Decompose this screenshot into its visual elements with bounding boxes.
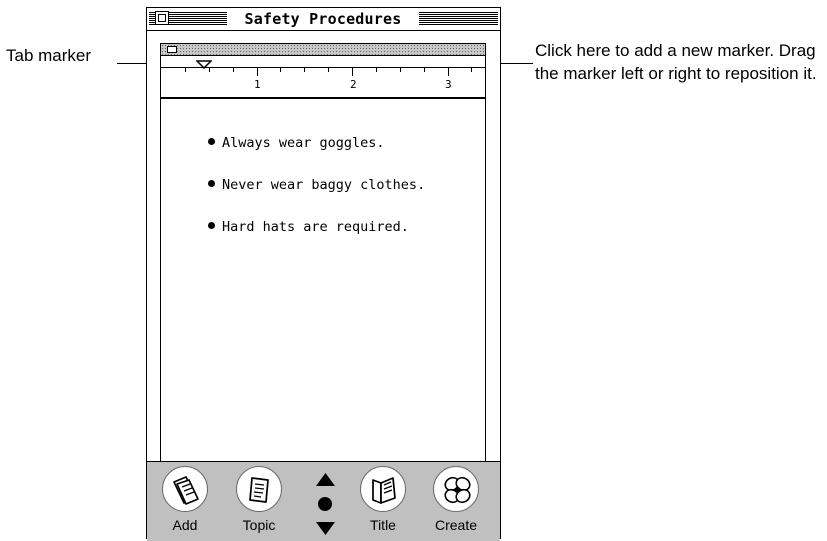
create-label: Create: [434, 517, 478, 533]
ruler-tick: [209, 67, 210, 72]
ruler-tick: [352, 67, 353, 76]
callout-tab-marker: Tab marker: [6, 46, 92, 65]
ruler-tick: [257, 67, 258, 76]
title-label: Title: [370, 517, 396, 533]
ruler-tick: [280, 67, 281, 72]
list-item-text: Never wear baggy clothes.: [222, 177, 426, 193]
topic-icon: [249, 477, 269, 503]
note-window: Safety Procedures 1 2 3 Always wear gogg…: [146, 7, 501, 541]
ruler-toggle-box[interactable]: [167, 46, 177, 53]
ruler-tick: [304, 67, 305, 72]
create-icon: [444, 476, 471, 504]
title-icon: [372, 477, 396, 504]
list-item-text: Always wear goggles.: [222, 135, 385, 151]
ruler-tick: [185, 67, 186, 72]
list-item-text: Hard hats are required.: [222, 219, 409, 235]
scroll-down-arrow-icon[interactable]: [316, 522, 335, 535]
ruler-tick: [376, 67, 377, 72]
title-button-circle: [360, 466, 406, 512]
bottom-toolbar: Add Topic Title Create: [147, 461, 500, 541]
ruler-label-2: 2: [350, 78, 357, 91]
add-icon: [173, 476, 199, 505]
list-item[interactable]: Always wear goggles.: [208, 134, 385, 152]
title-bar-stripes-right: [419, 12, 498, 25]
list-item[interactable]: Never wear baggy clothes.: [208, 176, 425, 194]
list-item[interactable]: Hard hats are required.: [208, 218, 409, 236]
window-title: Safety Procedures: [229, 9, 417, 29]
bullet-icon: [208, 222, 215, 229]
bullet-icon: [208, 138, 215, 145]
close-box[interactable]: [155, 11, 169, 25]
add-label: Add: [172, 517, 198, 533]
create-button[interactable]: Create: [433, 466, 483, 538]
create-button-circle: [433, 466, 479, 512]
scroll-up-arrow-icon[interactable]: [316, 473, 335, 486]
ruler-label-1: 1: [254, 78, 261, 91]
ruler-tick: [448, 67, 449, 76]
bullet-icon: [208, 180, 215, 187]
add-button[interactable]: Add: [162, 466, 212, 538]
topic-button-circle: [236, 466, 282, 512]
ruler-tick: [471, 67, 472, 72]
topic-label: Topic: [242, 517, 276, 533]
callout-add-marker: Click here to add a new marker. Drag the…: [535, 41, 817, 83]
ruler[interactable]: 1 2 3: [161, 56, 485, 99]
ruler-tick: [424, 67, 425, 72]
title-button[interactable]: Title: [360, 466, 410, 538]
topic-button[interactable]: Topic: [236, 466, 286, 538]
title-bar[interactable]: Safety Procedures: [147, 8, 500, 31]
ruler-label-3: 3: [445, 78, 452, 91]
ruler-tick: [400, 67, 401, 72]
ruler-tick: [328, 67, 329, 72]
ruler-handle-bar[interactable]: [161, 44, 485, 56]
ruler-tick: [233, 67, 234, 72]
add-button-circle: [162, 466, 208, 512]
scroll-position-dot-icon[interactable]: [318, 497, 332, 511]
note-content[interactable]: 1 2 3 Always wear goggles. Never wear ba…: [160, 43, 486, 477]
